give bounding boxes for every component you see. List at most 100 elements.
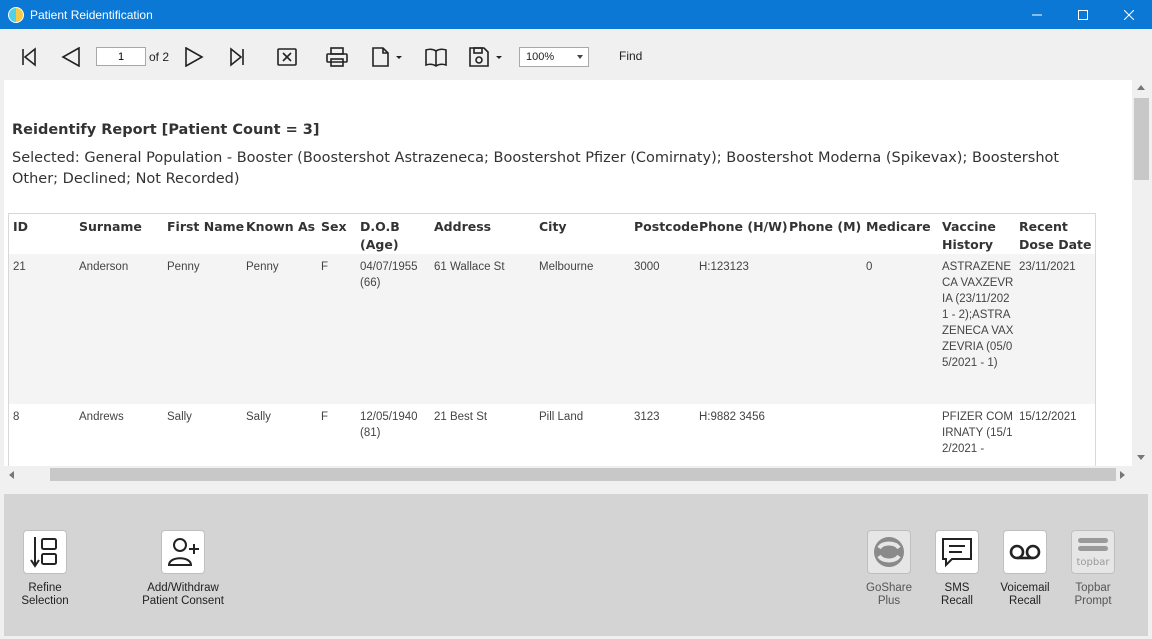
save-button[interactable] [468, 45, 504, 69]
report-selection-text: Selected: General Population - Booster (… [12, 150, 1060, 187]
first-page-button[interactable] [18, 45, 40, 69]
next-page-button[interactable] [182, 45, 206, 69]
topbar-prompt-label: Topbar Prompt [1074, 582, 1112, 607]
scroll-down-icon[interactable] [1137, 455, 1145, 460]
topbar-icon-box: topbar [1071, 530, 1115, 574]
cell-id: 8 [13, 411, 20, 423]
close-report-button[interactable] [275, 45, 299, 69]
cell-dob: 12/05/1940 (81) [360, 411, 418, 439]
cell-first-name: Penny [167, 261, 200, 273]
save-icon [469, 47, 502, 67]
column-header-medicare: Medicare [866, 219, 931, 234]
previous-page-button[interactable] [60, 45, 82, 69]
refine-selection-label: Refine Selection [21, 582, 69, 607]
cell-vaccine-history: ASTRAZENECA VAXZEVRIA (23/11/2021 - 2);A… [942, 261, 1014, 369]
cell-vaccine-history: PFIZER COMIRNATY (15/12/2021 - [942, 411, 1013, 455]
scroll-right-icon[interactable] [1120, 471, 1125, 479]
close-report-icon [277, 48, 297, 66]
page-count-label: of 2 [149, 50, 170, 64]
refine-selection-icon [30, 537, 57, 568]
sms-recall-label: SMS Recall [941, 582, 973, 607]
voicemail-icon-box [1003, 530, 1047, 574]
column-header-phone-m: Phone (M) [789, 219, 862, 234]
close-icon [1124, 9, 1134, 20]
table-row[interactable]: 8 Andrews Sally Sally F 12/05/1940 (81) … [9, 404, 1095, 466]
cell-address: 61 Wallace St [434, 261, 505, 273]
scroll-up-icon[interactable] [1137, 85, 1145, 90]
first-page-icon [22, 47, 36, 67]
window-title: Patient Reidentification [30, 7, 153, 22]
close-button[interactable] [1106, 0, 1152, 29]
cell-city: Melbourne [539, 261, 594, 273]
column-header-surname: Surname [79, 219, 142, 234]
maximize-icon [1078, 9, 1088, 20]
scroll-left-icon[interactable] [9, 471, 14, 479]
cell-postcode: 3000 [634, 261, 660, 273]
cell-id: 21 [13, 261, 26, 273]
add-withdraw-consent-button[interactable]: Add/Withdraw Patient Consent [138, 530, 228, 608]
zoom-select[interactable]: 100% [519, 47, 589, 67]
column-header-sex: Sex [321, 219, 347, 234]
sms-message-icon [942, 538, 972, 568]
printer-icon [326, 47, 348, 67]
cell-address: 21 Best St [434, 411, 488, 423]
cell-city: Pill Land [539, 411, 584, 423]
consent-icon-box [161, 530, 205, 574]
minimize-icon [1032, 14, 1042, 15]
next-page-icon [185, 47, 204, 67]
goshare-logo-icon [874, 537, 904, 567]
column-header-city: City [539, 219, 567, 234]
cell-dob: 04/07/1955 (66) [360, 261, 418, 289]
column-header-phone-hw: Phone (H/W) [699, 219, 788, 234]
maximize-button[interactable] [1060, 0, 1106, 29]
vertical-scroll-thumb[interactable] [1134, 98, 1149, 180]
cell-medicare: 0 [866, 261, 873, 273]
window-controls [1014, 0, 1152, 29]
column-header-known-as: Known As [246, 219, 316, 234]
horizontal-scrollbar[interactable] [4, 466, 1132, 483]
page-number-input[interactable] [96, 47, 146, 66]
table-row[interactable]: 21 Anderson Penny Penny F 04/07/1955 (66… [9, 254, 1095, 404]
horizontal-scroll-thumb[interactable] [50, 468, 1116, 481]
last-page-icon [230, 47, 244, 67]
zoom-value: 100% [526, 51, 555, 63]
column-header-address: Address [434, 219, 492, 234]
topbar-prompt-button[interactable]: topbar Topbar Prompt [1048, 530, 1138, 608]
chevron-down-icon [577, 55, 583, 59]
report-toolbar: of 2 100% Find [4, 33, 1132, 79]
vertical-scrollbar[interactable] [1132, 80, 1149, 466]
column-header-postcode: Postcode [634, 219, 699, 234]
cell-recent-dose-date: 15/12/2021 [1019, 411, 1077, 423]
refine-selection-button[interactable]: Refine Selection [0, 530, 90, 608]
column-header-id: ID [13, 219, 29, 234]
document-icon [372, 47, 402, 67]
column-header-recent-dose-date: Recent Dose Date [1019, 219, 1092, 252]
book-view-button[interactable] [424, 45, 448, 69]
book-icon [425, 48, 447, 67]
goshare-icon-box [867, 530, 911, 574]
export-button[interactable] [370, 45, 404, 69]
find-button[interactable]: Find [619, 49, 642, 63]
table-header: ID Surname First Name Known As Sex D.O.B… [9, 214, 1095, 254]
cell-first-name: Sally [167, 411, 192, 423]
report-title: Reidentify Report [Patient Count = 3] [12, 122, 320, 138]
add-user-icon [167, 538, 199, 566]
cell-surname: Anderson [79, 261, 129, 273]
cell-recent-dose-date: 23/11/2021 [1019, 261, 1076, 273]
cell-phone-hw: H:123123 [699, 261, 749, 273]
print-button[interactable] [325, 45, 349, 69]
title-bar: Patient Reidentification [0, 0, 1152, 29]
cell-known-as: Sally [246, 411, 271, 423]
report-view: Reidentify Report [Patient Count = 3] Se… [4, 80, 1132, 466]
last-page-button[interactable] [226, 45, 248, 69]
minimize-button[interactable] [1014, 0, 1060, 29]
action-panel: Refine Selection Add/Withdraw Patient Co… [4, 494, 1148, 636]
voicemail-icon [1009, 544, 1041, 560]
topbar-logo-icon: topbar [1077, 538, 1111, 568]
topbar-logo-text: topbar [1077, 557, 1111, 568]
patient-table: ID Surname First Name Known As Sex D.O.B… [8, 213, 1096, 466]
previous-page-icon [61, 47, 80, 67]
cell-sex: F [321, 411, 329, 423]
app-icon [8, 6, 24, 23]
sms-icon-box [935, 530, 979, 574]
